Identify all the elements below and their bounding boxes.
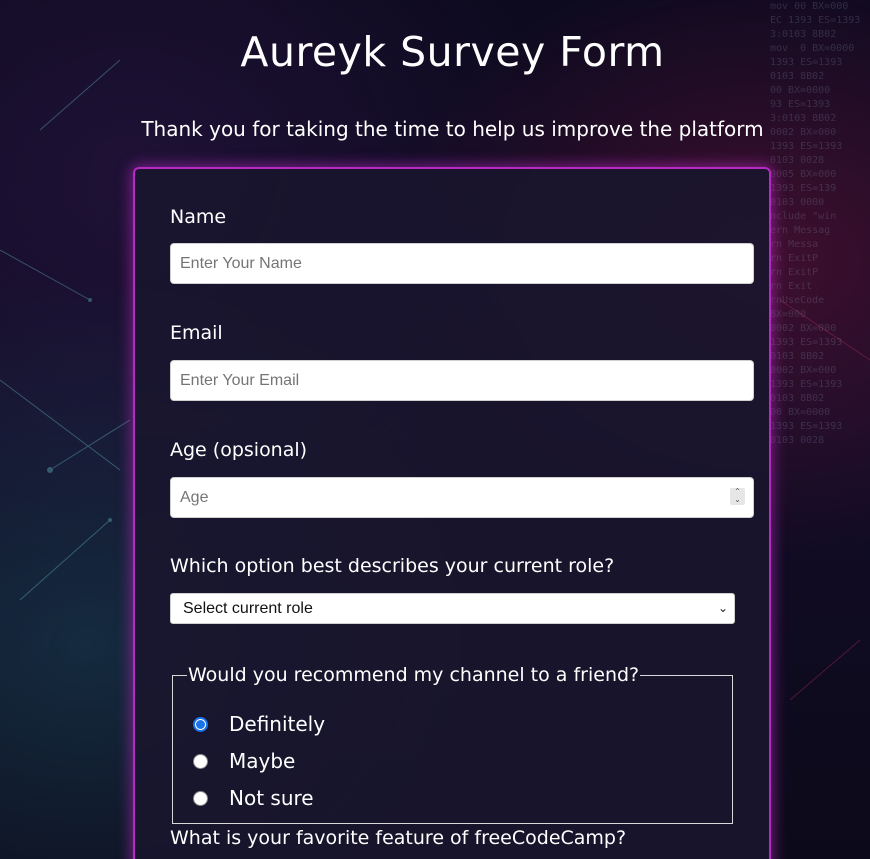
role-label: Which option best describes your current…: [170, 555, 615, 577]
email-input[interactable]: [170, 360, 754, 401]
survey-page: Aureyk Survey Form Thank you for taking …: [0, 0, 870, 859]
name-input[interactable]: [170, 243, 754, 284]
radio-option-definitely[interactable]: Definitely: [193, 711, 325, 737]
page-title: Aureyk Survey Form: [240, 28, 665, 76]
email-label: Email: [170, 322, 223, 344]
radio-option-maybe[interactable]: Maybe: [193, 748, 295, 774]
name-label: Name: [170, 206, 227, 228]
number-spinner-icon[interactable]: ⌃ ⌄: [730, 488, 745, 505]
age-input[interactable]: [170, 477, 754, 518]
radio-option-not-sure[interactable]: Not sure: [193, 785, 314, 811]
role-selected-value: Select current role: [183, 600, 313, 617]
chevron-down-icon: ⌄: [717, 601, 728, 615]
radio-button-checked[interactable]: [193, 716, 208, 732]
radio-label: Not sure: [229, 786, 314, 810]
recommend-fieldset: Would you recommend my channel to a frie…: [172, 664, 733, 824]
favorite-feature-label: What is your favorite feature of freeCod…: [170, 827, 627, 849]
radio-label: Definitely: [229, 712, 326, 736]
radio-button[interactable]: [193, 790, 208, 806]
recommend-legend: Would you recommend my channel to a frie…: [188, 664, 640, 686]
page-subtitle: Thank you for taking the time to help us…: [141, 117, 764, 141]
survey-form: Name Email Age (opsional) ⌃⌄ Which optio…: [133, 167, 771, 859]
radio-button[interactable]: [193, 753, 208, 769]
role-dropdown[interactable]: Select current role ⌄: [170, 593, 735, 624]
radio-label: Maybe: [229, 749, 296, 773]
age-label: Age (opsional): [170, 439, 308, 461]
age-field: ⌃⌄: [170, 477, 754, 518]
